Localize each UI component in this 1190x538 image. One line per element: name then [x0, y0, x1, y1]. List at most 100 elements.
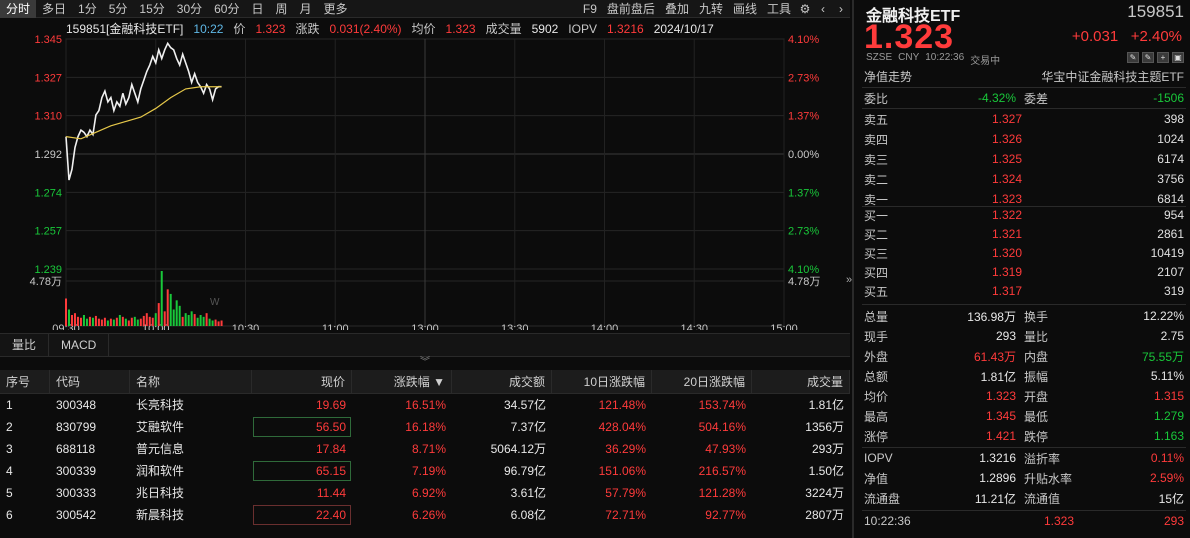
panel-time: 10:22:36: [925, 52, 965, 63]
toolbar-tool-3[interactable]: 九转: [694, 0, 728, 18]
timeframe-tab-4[interactable]: 15分: [133, 0, 170, 18]
stat-value: 75.55万: [1141, 349, 1184, 364]
column-header-4[interactable]: 涨跌幅 ▼: [352, 370, 452, 393]
volume-bar: [85, 318, 88, 326]
table-row[interactable]: 4 300339 润和软件 65.15 7.19% 96.79亿 151.06% 216.57…: [0, 460, 850, 482]
volume-bar: [127, 320, 130, 326]
volume-left-label: 4.78万: [30, 276, 62, 288]
net-value-row[interactable]: 净值走势 华宝中证金融科技主题ETF: [864, 66, 1184, 86]
stat-label: 跌停: [1024, 429, 1049, 444]
column-header-2[interactable]: 名称: [130, 370, 252, 393]
stat-value: 15亿: [1158, 491, 1184, 506]
stat-row: 总额 1.81亿 振幅 5.11%: [864, 366, 1184, 386]
toolbar-tool-5[interactable]: 工具: [762, 0, 796, 18]
bid-price: 1.322: [991, 208, 1022, 222]
chevron-left-icon[interactable]: ‹: [814, 0, 832, 18]
chevron-right-icon[interactable]: ›: [832, 0, 850, 18]
timeframe-tab-0[interactable]: 分时: [0, 0, 37, 18]
toolbar-tool-2[interactable]: 叠加: [660, 0, 694, 18]
toolbar-tool-4[interactable]: 画线: [728, 0, 762, 18]
table-row[interactable]: 1 300348 长亮科技 19.69 16.51% 34.57亿 121.48% 153.7…: [0, 394, 850, 416]
table-cell: 5064.12万: [490, 442, 546, 456]
edit-icon[interactable]: ✎: [1127, 52, 1139, 63]
alert-icon[interactable]: ✎: [1142, 52, 1154, 63]
bid-row[interactable]: 买四 1.319 2107: [864, 262, 1184, 282]
toolbar-tool-1[interactable]: 盘前盘后: [602, 0, 660, 18]
table-row[interactable]: 2 830799 艾融软件 56.50 16.18% 7.37亿 428.04% 504.16…: [0, 416, 850, 438]
volume-bar: [154, 313, 157, 326]
stat-label: 现手: [864, 329, 889, 344]
volume-bar: [190, 311, 193, 326]
ask-row[interactable]: 卖五 1.327 398: [864, 109, 1184, 129]
expand-icon[interactable]: ▣: [1172, 52, 1184, 63]
x-tick: 14:30: [680, 323, 708, 330]
timeframe-tab-8[interactable]: 周: [270, 0, 294, 18]
timeframe-tab-3[interactable]: 5分: [103, 0, 134, 18]
ask-row[interactable]: 卖四 1.326 1024: [864, 129, 1184, 149]
ask-row[interactable]: 卖二 1.324 3756: [864, 169, 1184, 189]
indicator-tab-0[interactable]: 量比: [0, 334, 50, 356]
intraday-chart[interactable]: 1.345 4.10% 1.327 2.73% 1.310 1.37% 1.292 0.00%…: [0, 18, 850, 330]
y-right-tick: 1.37%: [788, 187, 819, 199]
bid-row[interactable]: 买二 1.321 2861: [864, 224, 1184, 244]
info-iopv: 1.3216: [606, 22, 644, 36]
timeframe-tab-5[interactable]: 30分: [171, 0, 208, 18]
toolbar-tool-0[interactable]: F9: [578, 0, 602, 18]
table-header: 序号 代码 名称 现价 涨跌幅 ▼ 成交额 10日涨跌幅 20日涨跌幅 成交量: [0, 370, 850, 394]
volume-bar: [199, 315, 202, 326]
column-header-0[interactable]: 序号: [0, 370, 50, 393]
table-cell: 6.92%: [411, 486, 446, 500]
collapse-chevron-icon[interactable]: ︾: [0, 357, 850, 369]
chart-canvas[interactable]: 1.345 4.10% 1.327 2.73% 1.310 1.37% 1.292 0.00%…: [0, 18, 850, 330]
timeframe-tab-2[interactable]: 1分: [72, 0, 103, 18]
stat-value: 1.421: [985, 429, 1016, 443]
table-row[interactable]: 6 300542 新晨科技 22.40 6.26% 6.08亿 72.71% 92.77% 28…: [0, 504, 850, 526]
stat-value: 11.21亿: [974, 491, 1016, 506]
volume-bar: [94, 315, 97, 326]
table-cell: 6: [6, 508, 13, 522]
column-header-6[interactable]: 10日涨跌幅: [552, 370, 652, 393]
add-icon[interactable]: +: [1157, 52, 1169, 63]
timeframe-tab-6[interactable]: 60分: [208, 0, 245, 18]
column-header-7[interactable]: 20日涨跌幅: [652, 370, 752, 393]
ask-volume: 6174: [1157, 152, 1184, 166]
ask-row[interactable]: 卖三 1.325 6174: [864, 149, 1184, 169]
table-cell: 5: [6, 486, 13, 500]
table-cell: 428.04%: [598, 420, 646, 434]
tick-row[interactable]: 10:22:36 1.323 293: [864, 511, 1184, 531]
table-row[interactable]: 5 300333 兆日科技 11.44 6.92% 3.61亿 57.79% 121.28% 3…: [0, 482, 850, 504]
timeframe-tab-7[interactable]: 日: [245, 0, 269, 18]
column-header-8[interactable]: 成交量: [752, 370, 850, 393]
table-row[interactable]: 3 688118 普元信息 17.84 8.71% 5064.12万 36.29% 47.93…: [0, 438, 850, 460]
column-header-1[interactable]: 代码: [50, 370, 130, 393]
bid-row[interactable]: 买一 1.322 954: [864, 205, 1184, 225]
timeframe-tab-10[interactable]: 更多: [318, 0, 354, 18]
stat-row: 外盘 61.43万 内盘 75.55万: [864, 346, 1184, 366]
stat-value: 61.43万: [973, 349, 1016, 364]
weicha-label: 委差: [1024, 91, 1049, 106]
bid-volume: 319: [1163, 284, 1184, 298]
y-left-tick: 1.327: [34, 72, 62, 84]
gear-icon[interactable]: ⚙: [796, 0, 814, 18]
column-header-5[interactable]: 成交额: [452, 370, 552, 393]
info-name: 159851[金融科技ETF]: [66, 22, 184, 36]
stat-label: 内盘: [1024, 349, 1049, 364]
stat-row: 涨停 1.421 跌停 1.163: [864, 426, 1184, 446]
stat-row: IOPV 1.3216 溢折率 0.11%: [864, 448, 1184, 468]
bid-price: 1.321: [991, 227, 1022, 241]
volume-bar: [178, 305, 181, 326]
bid-row[interactable]: 买五 1.317 319: [864, 281, 1184, 301]
volume-bar: [208, 318, 211, 326]
timeframe-tab-1[interactable]: 多日: [36, 0, 72, 18]
info-date: 2024/10/17: [653, 22, 714, 36]
bid-row[interactable]: 买三 1.320 10419: [864, 243, 1184, 263]
volume-bar: [103, 317, 106, 326]
table-cell: 92.77%: [705, 508, 746, 522]
indicator-tab-1[interactable]: MACD: [49, 334, 110, 356]
volume-bar: [172, 309, 175, 326]
stat-label: 总额: [864, 369, 889, 384]
timeframe-tab-9[interactable]: 月: [294, 0, 318, 18]
stat-row: 最高 1.345 最低 1.279: [864, 406, 1184, 426]
stat-label: 振幅: [1024, 369, 1049, 384]
column-header-3[interactable]: 现价: [252, 370, 352, 393]
